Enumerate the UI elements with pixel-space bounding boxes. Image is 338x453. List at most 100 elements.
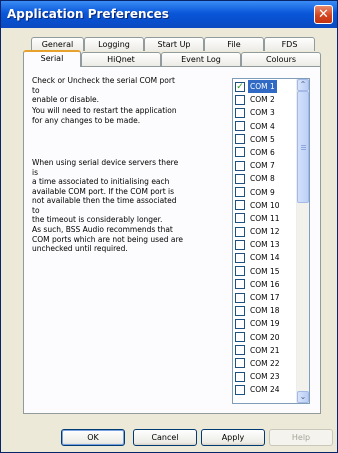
com-port-label: COM 14 [250, 253, 280, 263]
tab-label: Colours [265, 55, 297, 64]
com-port-item[interactable]: COM 19 [234, 317, 298, 330]
tab-serial[interactable]: Serial [23, 50, 81, 67]
scroll-thumb[interactable] [297, 91, 309, 203]
unchecked-checkbox[interactable] [235, 147, 245, 158]
tab-row-back: General Logging Start Up File FDS [31, 37, 315, 51]
tab-start-up[interactable]: Start Up [144, 37, 204, 51]
com-port-item[interactable]: COM 20 [234, 331, 298, 344]
com-port-list[interactable]: ✓ COM 1 COM 2 COM 3 COM 4 COM 5 COM 6 COM 7 COM … [232, 78, 310, 404]
com-port-item[interactable]: COM 11 [234, 212, 298, 225]
com-port-item[interactable]: COM 18 [234, 304, 298, 317]
com-port-label: COM 7 [250, 161, 275, 171]
com-port-item[interactable]: COM 4 [234, 120, 298, 133]
checked-checkbox[interactable]: ✓ [235, 81, 245, 92]
chevron-down-icon: ⌄ [299, 392, 307, 401]
grip-line [301, 149, 306, 150]
tab-label: Event Log [181, 55, 221, 64]
tab-event-log[interactable]: Event Log [161, 52, 241, 66]
com-port-item[interactable]: COM 10 [234, 199, 298, 212]
unchecked-checkbox[interactable] [235, 345, 245, 356]
com-port-item[interactable]: COM 6 [234, 146, 298, 159]
cancel-button[interactable]: Cancel [133, 429, 197, 446]
com-port-label: COM 11 [250, 213, 280, 223]
unchecked-checkbox[interactable] [235, 213, 245, 224]
unchecked-checkbox[interactable] [235, 384, 245, 395]
close-icon: ✕ [318, 7, 329, 22]
unchecked-checkbox[interactable] [235, 279, 245, 290]
com-port-item[interactable]: COM 21 [234, 344, 298, 357]
unchecked-checkbox[interactable] [235, 266, 245, 277]
com-port-item[interactable]: COM 13 [234, 238, 298, 251]
com-port-label: COM 3 [250, 108, 275, 118]
chevron-up-icon: ⌃ [299, 80, 307, 89]
com-port-item[interactable]: COM 22 [234, 357, 298, 370]
com-port-label: COM 17 [250, 293, 280, 302]
com-port-item[interactable]: COM 2 [234, 93, 298, 106]
help-button[interactable]: Help [269, 429, 333, 446]
grip-line [301, 145, 306, 146]
com-port-label: COM 10 [250, 200, 280, 210]
unchecked-checkbox[interactable] [235, 173, 245, 184]
com-port-label: COM 19 [250, 319, 280, 329]
close-button[interactable]: ✕ [314, 5, 333, 24]
com-port-item[interactable]: COM 5 [234, 133, 298, 146]
unchecked-checkbox[interactable] [235, 134, 245, 145]
unchecked-checkbox[interactable] [235, 226, 245, 237]
unchecked-checkbox[interactable] [235, 160, 245, 171]
com-port-label: COM 23 [250, 372, 280, 382]
vertical-scrollbar[interactable]: ⌃ ⌄ [296, 79, 309, 403]
unchecked-checkbox[interactable] [235, 318, 245, 329]
unchecked-checkbox[interactable] [235, 239, 245, 250]
com-port-label: COM 18 [250, 306, 280, 316]
com-port-item[interactable]: COM 7 [234, 159, 298, 172]
com-port-label: COM 4 [250, 121, 275, 131]
tab-hiqnet[interactable]: HiQnet [81, 52, 161, 66]
unchecked-checkbox[interactable] [235, 94, 245, 105]
com-port-label: COM 6 [250, 147, 275, 157]
com-port-item[interactable]: COM 16 [234, 278, 298, 291]
com-port-items: ✓ COM 1 COM 2 COM 3 COM 4 COM 5 COM 6 COM 7 COM … [234, 80, 298, 397]
enable-instructions: Check or Uncheck the serial COM port to … [32, 76, 175, 104]
unchecked-checkbox[interactable] [235, 107, 245, 118]
tab-label: Serial [40, 54, 64, 63]
tab-file[interactable]: File [204, 37, 264, 51]
com-port-item[interactable]: ✓ COM 1 [234, 80, 298, 94]
apply-button[interactable]: Apply [201, 429, 265, 446]
com-port-label: COM 20 [250, 332, 280, 342]
com-port-item[interactable]: COM 3 [234, 106, 298, 119]
tab-colours[interactable]: Colours [241, 52, 321, 66]
com-port-item[interactable]: COM 14 [234, 251, 298, 264]
com-port-item[interactable]: COM 17 [234, 291, 298, 304]
unchecked-checkbox[interactable] [235, 252, 245, 263]
unchecked-checkbox[interactable] [235, 187, 245, 197]
unchecked-checkbox[interactable] [235, 305, 245, 316]
unchecked-checkbox[interactable] [235, 332, 245, 343]
unchecked-checkbox[interactable] [235, 358, 245, 369]
com-port-label: COM 13 [250, 240, 280, 250]
com-port-item[interactable]: COM 9 [234, 186, 298, 199]
unchecked-checkbox[interactable] [235, 200, 245, 211]
com-port-item[interactable]: COM 24 [234, 383, 298, 396]
com-port-label: COM 2 [250, 95, 275, 105]
tab-fds[interactable]: FDS [264, 37, 315, 51]
title-bar[interactable]: Application Preferences ✕ [1, 1, 337, 28]
com-port-item[interactable]: COM 15 [234, 265, 298, 278]
com-port-item[interactable]: COM 8 [234, 172, 298, 185]
ok-button[interactable]: OK [61, 429, 125, 446]
recommendation-note: As such, BSS Audio recommends that COM p… [32, 225, 183, 253]
scroll-up-button[interactable]: ⌃ [297, 79, 309, 91]
grip-line [301, 147, 306, 148]
unchecked-checkbox[interactable] [235, 371, 245, 382]
com-port-item[interactable]: COM 23 [234, 370, 298, 383]
tab-label: FDS [281, 40, 298, 49]
tab-label: Logging [98, 40, 130, 49]
scroll-down-button[interactable]: ⌄ [297, 391, 309, 403]
com-port-item[interactable]: COM 12 [234, 225, 298, 238]
tab-label: HiQnet [107, 55, 135, 64]
com-port-label: COM 5 [250, 134, 275, 144]
tab-logging[interactable]: Logging [84, 37, 144, 51]
tab-row-front: Serial HiQnet Event Log Colours [23, 50, 321, 67]
unchecked-checkbox[interactable] [235, 121, 245, 132]
unchecked-checkbox[interactable] [235, 292, 245, 303]
tab-general[interactable]: General [31, 37, 84, 51]
